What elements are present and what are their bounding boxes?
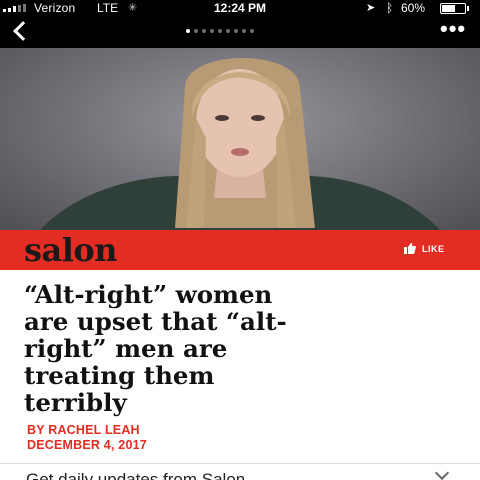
- page-dot: [250, 29, 254, 33]
- article-headline: “Alt-right” women are upset that “alt- r…: [24, 281, 444, 416]
- page-dot: [202, 29, 206, 33]
- battery-tip: [467, 6, 469, 11]
- like-button[interactable]: LIKE: [404, 243, 445, 254]
- more-options-icon[interactable]: •••: [440, 18, 466, 40]
- article-byline[interactable]: BY RACHEL LEAH: [27, 422, 140, 438]
- status-bar: Verizon LTE ✳ 12:24 PM ➤ ᛒ 60%: [0, 0, 480, 16]
- battery-percent: 60%: [401, 1, 426, 15]
- page-dot: [234, 29, 238, 33]
- bluetooth-icon: ᛒ: [386, 1, 394, 15]
- newsletter-promo[interactable]: Get daily updates from Salon: [26, 470, 245, 480]
- battery-level-fill: [442, 5, 455, 12]
- headline-line: “Alt-right” women: [24, 280, 273, 309]
- page-dot: [226, 29, 230, 33]
- article-hero-image: [0, 48, 480, 230]
- thumbs-up-icon: [404, 243, 416, 254]
- headline-line: terribly: [24, 388, 127, 417]
- brand-bar: salon LIKE: [0, 230, 480, 270]
- salon-logo[interactable]: salon: [24, 231, 118, 269]
- top-bar: Verizon LTE ✳ 12:24 PM ➤ ᛒ 60% •••: [0, 0, 480, 48]
- headline-line: treating them: [24, 361, 215, 390]
- headline-line: are upset that “alt-: [24, 307, 287, 336]
- headline-line: right” men are: [24, 334, 228, 363]
- battery-icon: [440, 3, 466, 14]
- back-chevron-icon[interactable]: [8, 18, 36, 44]
- page-dot: [218, 29, 222, 33]
- page-dot: [210, 29, 214, 33]
- page-indicator-dots: [186, 28, 296, 34]
- location-arrow-icon: ➤: [366, 2, 376, 14]
- chevron-down-icon[interactable]: [436, 468, 448, 480]
- page-dot: [186, 29, 190, 33]
- page-dot: [194, 29, 198, 33]
- like-label: LIKE: [422, 243, 445, 254]
- hero-portrait-illustration: [40, 58, 440, 230]
- article-date: DECEMBER 4, 2017: [27, 438, 147, 452]
- divider: [0, 463, 480, 464]
- page-dot: [242, 29, 246, 33]
